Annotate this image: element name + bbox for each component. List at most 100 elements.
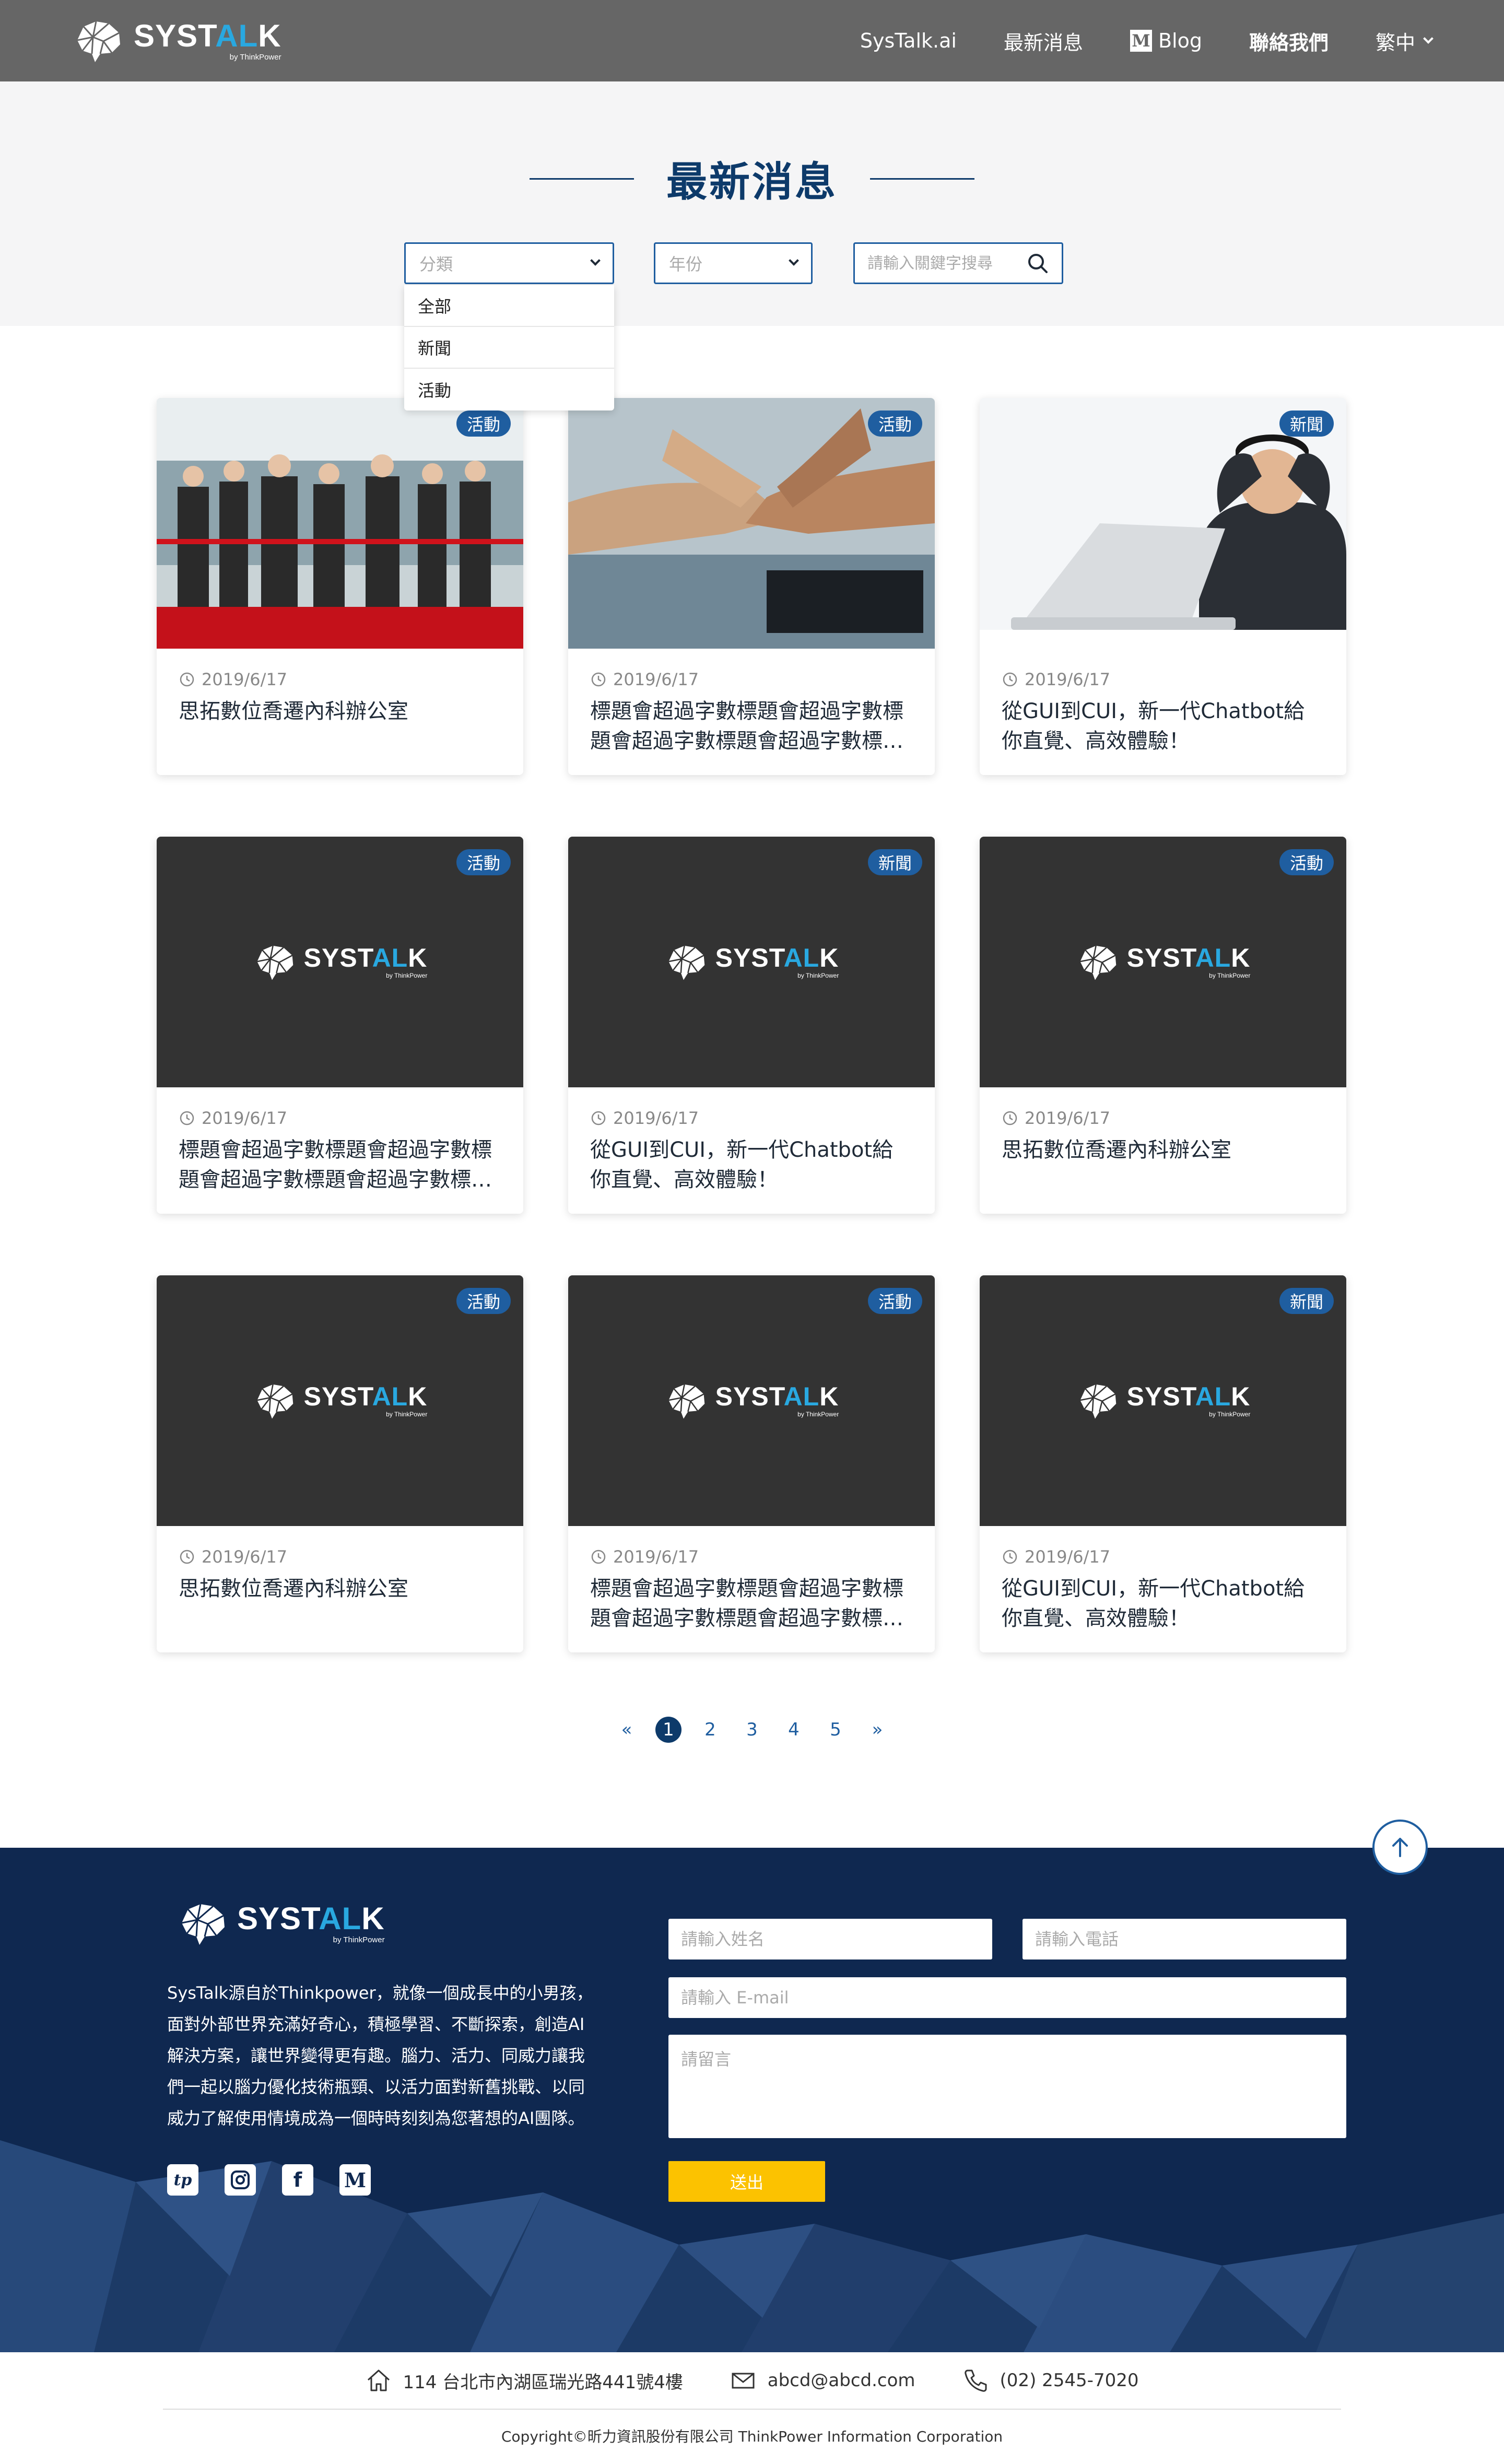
footer-description: SysTalk源自於Thinkpower，就像一個成長中的小男孩，面對外部世界充…: [167, 1983, 593, 2128]
card-date: 2019/6/17: [1002, 1108, 1110, 1128]
news-card[interactable]: SYSTALK by ThinkPower 新聞 2019/6/17 從GUI到CUI，…: [980, 1275, 1346, 1652]
name-field[interactable]: [668, 1919, 992, 1960]
search-icon[interactable]: [1026, 252, 1049, 275]
nav-systalk-ai[interactable]: SysTalk.ai: [860, 29, 957, 52]
thinkpower-icon[interactable]: tp: [167, 2164, 198, 2196]
language-switcher[interactable]: 繁中: [1376, 27, 1434, 55]
pagination-page-3[interactable]: 3: [739, 1717, 765, 1743]
category-option-all[interactable]: 全部: [404, 285, 614, 327]
email-item[interactable]: abcd@abcd.com: [730, 2367, 915, 2393]
phone-field[interactable]: [1023, 1919, 1346, 1960]
pagination-page-2[interactable]: 2: [697, 1717, 723, 1743]
main-nav: SysTalk.ai 最新消息 M Blog 聯絡我們 繁中: [813, 0, 1434, 81]
news-card[interactable]: SYSTALK by ThinkPower 活動 2019/6/17 思拓數位喬遷內科辦…: [157, 1275, 523, 1652]
footer-logo-wordmark: SYSTALK: [237, 1900, 385, 1936]
card-date-text: 2019/6/17: [202, 670, 288, 689]
pagination-page-5[interactable]: 5: [822, 1717, 849, 1743]
pagination-page-4[interactable]: 4: [781, 1717, 807, 1743]
email-text: abcd@abcd.com: [767, 2370, 915, 2391]
clock-icon: [1003, 1111, 1017, 1125]
news-card[interactable]: SYSTALK by ThinkPower 活動 2019/6/17 標題會超過字數標題…: [568, 1275, 935, 1652]
filter-section: 最新消息: [0, 81, 1504, 326]
footer-logo[interactable]: SYSTALK by ThinkPower: [177, 1900, 385, 1947]
site-header: SYSTALK by ThinkPower SysTalk.ai 最新消息 M …: [0, 0, 1504, 81]
category-badge: 活動: [456, 1288, 511, 1314]
search-input[interactable]: [867, 254, 1024, 273]
clock-icon: [180, 1111, 194, 1125]
medium-icon[interactable]: M: [339, 2164, 371, 2196]
card-date-text: 2019/6/17: [613, 1108, 699, 1128]
card-date-text: 2019/6/17: [613, 1547, 699, 1567]
category-dropdown: 全部 新聞 活動: [404, 285, 614, 410]
card-title: 思拓數位喬遷內科辦公室: [179, 1577, 408, 1601]
footer-logo-tagline: by ThinkPower: [333, 1935, 385, 1944]
card-date-text: 2019/6/17: [1025, 1108, 1111, 1128]
category-badge: 活動: [867, 410, 922, 437]
message-field[interactable]: [668, 2035, 1346, 2138]
phone-text: (02) 2545-7020: [1000, 2370, 1139, 2391]
category-badge: 新聞: [867, 849, 922, 875]
category-option-news[interactable]: 新聞: [404, 327, 614, 369]
copyright-text: Copyright©昕力資訊股份有限公司 ThinkPower Informat…: [501, 2428, 1003, 2445]
brain-logo-icon: [668, 945, 704, 980]
news-card[interactable]: SYSTALK by ThinkPower 新聞 2019/6/17 從GUI到CUI，…: [568, 837, 935, 1214]
card-title: 標題會超過字數標題會超過字數標題會超過字數標題會超過字數標題會超過字數標題會超過…: [590, 1577, 903, 1630]
nav-contact[interactable]: 聯絡我們: [1249, 27, 1329, 55]
instagram-icon[interactable]: [225, 2164, 256, 2196]
facebook-icon[interactable]: f: [282, 2164, 313, 2196]
pagination-page-1[interactable]: 1: [655, 1717, 682, 1743]
nav-blog[interactable]: M Blog: [1130, 29, 1202, 52]
news-card[interactable]: 新聞 2019/6/17 從GUI到CUI，新一代Chatbot給你直覺、高效體驗！: [980, 398, 1346, 775]
brain-logo-icon: [181, 1904, 225, 1945]
social-links: tp f M: [167, 2164, 371, 2196]
mail-icon: [732, 2373, 755, 2389]
phone-icon: [964, 2369, 987, 2392]
nav-latest-news[interactable]: 最新消息: [1004, 27, 1083, 55]
chevron-down-icon: [789, 255, 799, 266]
logo-tagline: by ThinkPower: [386, 1411, 428, 1418]
year-select[interactable]: 年份: [654, 242, 813, 284]
phone-item[interactable]: (02) 2545-7020: [962, 2367, 1139, 2393]
pagination-next[interactable]: »: [864, 1717, 890, 1743]
clock-icon: [591, 1111, 606, 1125]
page-title: 最新消息: [666, 159, 838, 206]
card-date-text: 2019/6/17: [1025, 670, 1111, 689]
title-divider-left: [529, 178, 634, 180]
logo-tagline: by ThinkPower: [1209, 972, 1251, 979]
category-option-events[interactable]: 活動: [404, 369, 614, 410]
medium-icon: M: [1130, 30, 1152, 52]
brain-logo-icon: [668, 1384, 704, 1419]
news-card[interactable]: 活動 2019/6/17 思拓數位喬遷內科辦公室: [157, 398, 523, 775]
logo-wordmark: SYSTALK: [1126, 1382, 1251, 1411]
arrow-up-icon: [1392, 1838, 1408, 1857]
chevron-down-icon: [590, 255, 601, 266]
category-select[interactable]: 分類: [404, 242, 614, 284]
clock-icon: [1003, 1550, 1017, 1564]
news-card[interactable]: SYSTALK by ThinkPower 活動 2019/6/17 思拓數位喬遷內科辦…: [980, 837, 1346, 1214]
clock-icon: [1003, 672, 1017, 687]
card-title: 從GUI到CUI，新一代Chatbot給你直覺、高效體驗！: [1002, 1577, 1305, 1630]
news-card[interactable]: SYSTALK by ThinkPower 活動 2019/6/17 標題會超過字數標題…: [157, 837, 523, 1214]
card-title: 標題會超過字數標題會超過字數標題會超過字數標題會超過字數標題會超過字數標題會超過…: [179, 1138, 492, 1192]
card-title: 思拓數位喬遷內科辦公室: [179, 699, 408, 723]
card-date: 2019/6/17: [590, 1547, 699, 1567]
card-date-text: 2019/6/17: [1025, 1547, 1111, 1567]
systalk-logo[interactable]: SYSTALK by ThinkPower: [72, 15, 281, 67]
address-text: 114 台北市內湖區瑞光路441號4樓: [403, 2372, 683, 2393]
pagination-prev[interactable]: «: [614, 1717, 640, 1743]
email-field[interactable]: [668, 1977, 1346, 2018]
category-placeholder: 分類: [419, 254, 453, 274]
send-button[interactable]: 送出: [668, 2161, 825, 2202]
logo-tagline: by ThinkPower: [797, 1411, 839, 1418]
footer-bottom-bar: 114 台北市內湖區瑞光路441號4樓 abcd@abcd.com (02) 2…: [0, 2352, 1504, 2464]
logo-tagline: by ThinkPower: [229, 52, 281, 62]
logo-tagline: by ThinkPower: [1209, 1411, 1251, 1418]
site-footer: SYSTALK by ThinkPower SysTalk源自於Thinkpow…: [0, 1848, 1504, 2352]
logo-wordmark: SYSTALK: [134, 18, 281, 53]
category-badge: 活動: [867, 1288, 922, 1314]
back-to-top-button[interactable]: [1372, 1820, 1428, 1875]
category-badge: 活動: [1279, 849, 1334, 875]
logo-wordmark: SYSTALK: [303, 943, 428, 972]
card-date: 2019/6/17: [179, 670, 287, 689]
news-card[interactable]: 活動 2019/6/17 標題會超過字數標題會超過字數標題會超過字數標題會超過字數標…: [568, 398, 935, 775]
